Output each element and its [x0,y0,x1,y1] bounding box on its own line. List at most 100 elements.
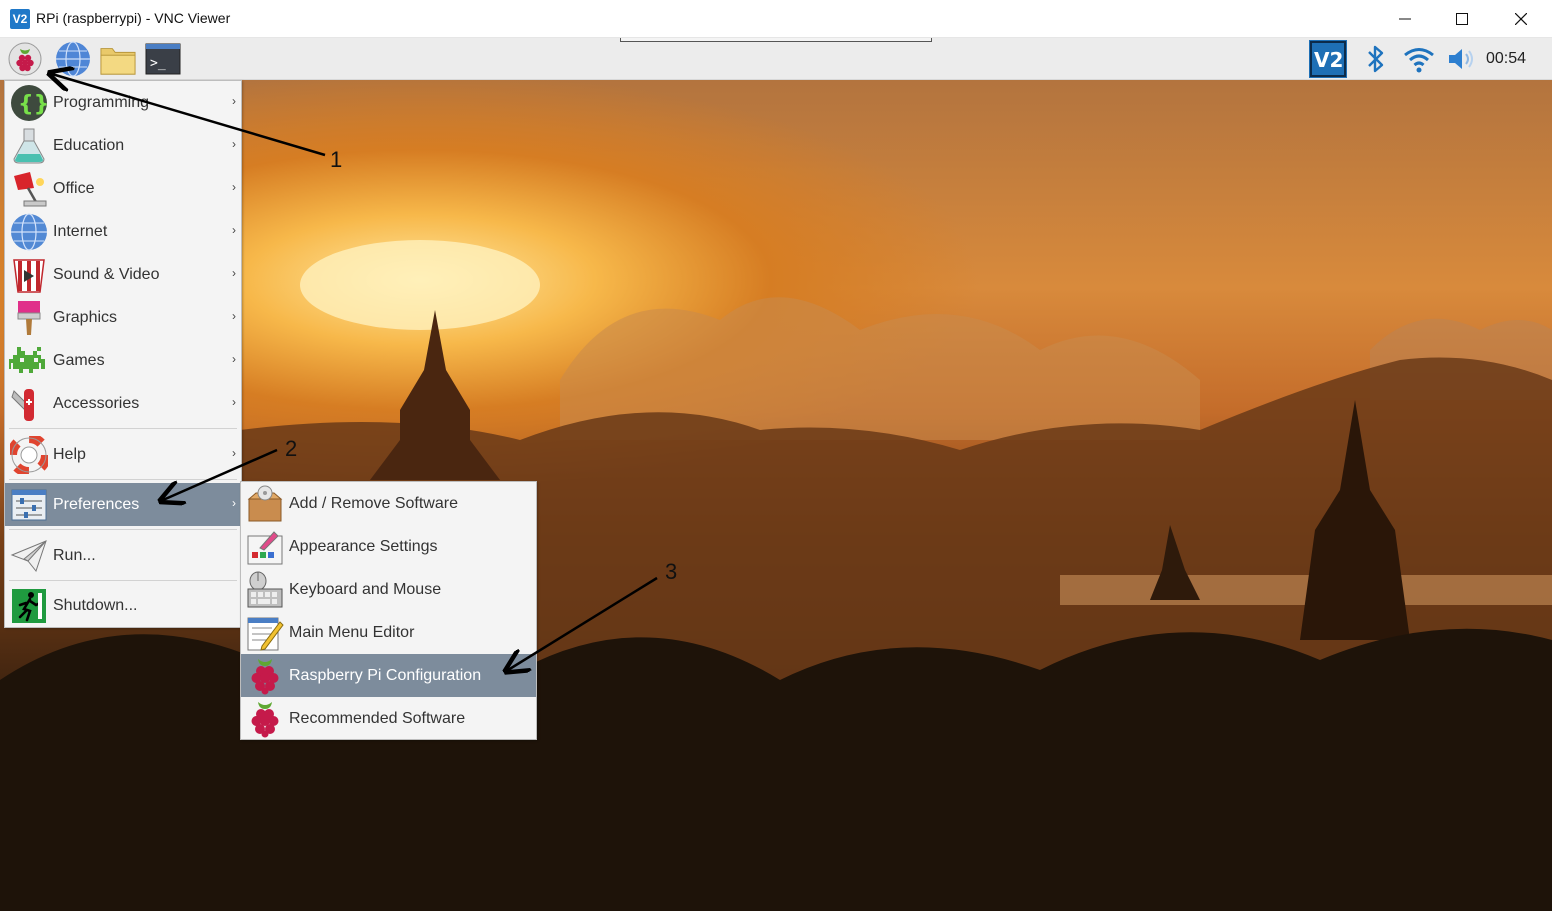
svg-text:{}: {} [18,92,48,117]
menu-item-label: Programming [53,93,150,111]
menu-item-label: Keyboard and Mouse [289,580,442,598]
preferences-submenu: Add / Remove Software Appearance Setting… [240,481,537,740]
menu-item-label: Preferences [53,495,140,513]
menu-item-label: Add / Remove Software [289,494,458,512]
vnc-toolbar-handle[interactable] [620,38,932,42]
submenu-arrow-icon: › [232,352,236,366]
terminal-launcher-button[interactable]: >_ [145,41,181,77]
menu-item-education[interactable]: Education › [5,124,241,167]
menu-item-label: Raspberry Pi Configuration [289,666,482,684]
menu-item-programming[interactable]: {} Programming › [5,81,241,124]
submenu-arrow-icon: › [232,496,236,510]
menu-item-label: Internet [53,222,108,240]
preferences-icon [11,489,47,520]
submenu-arrow-icon: › [232,395,236,409]
appearance-settings-icon [247,530,283,564]
internet-icon [11,212,47,251]
menu-item-label: Run... [53,546,96,564]
main-menu: {} Programming › Education › Office › Inter… [4,80,242,628]
maximize-button[interactable] [1433,0,1491,38]
svg-text:>_: >_ [150,56,166,71]
menu-item-preferences[interactable]: Preferences › [5,483,241,526]
menu-item-label: Accessories [53,394,140,412]
main-menu-editor-icon [247,617,284,651]
menu-separator [9,580,237,581]
menu-item-label: Recommended Software [289,709,466,727]
menu-separator [9,428,237,429]
submenu-arrow-icon: › [232,94,236,108]
minimize-icon [1399,18,1411,20]
submenu-arrow-icon: › [232,137,236,151]
graphics-icon [17,300,41,335]
file-manager-launcher-button[interactable] [100,41,136,77]
submenu-arrow-icon: › [232,266,236,280]
menu-item-graphics[interactable]: Graphics › [5,296,241,339]
volume-tray-button[interactable] [1444,41,1480,77]
shutdown-icon [12,588,46,623]
programming-icon: {} [11,84,48,121]
vnc-server-icon: V2 [1309,40,1347,78]
education-icon [13,128,45,163]
accessories-icon [11,388,34,421]
vnc-server-tray-button[interactable]: V2 [1309,40,1347,78]
help-icon [10,435,48,474]
submenu-arrow-icon: › [232,309,236,323]
minimize-button[interactable] [1376,0,1434,38]
bluetooth-tray-button[interactable] [1358,41,1394,77]
volume-icon [1449,49,1473,69]
terminal-icon: >_ [145,43,181,75]
annotation-label-2: 2 [285,436,298,461]
keyboard-mouse-icon [247,571,283,607]
menu-item-label: Help [53,445,86,463]
menu-separator [9,479,237,480]
wifi-tray-button[interactable] [1401,41,1437,77]
games-icon [9,346,45,373]
close-icon [1515,13,1527,25]
menu-item-office[interactable]: Office › [5,167,241,210]
file-manager-icon [100,48,136,75]
annotation-label-3: 3 [665,559,678,584]
menu-item-label: Appearance Settings [289,537,438,555]
submenu-arrow-icon: › [232,446,236,460]
menu-item-label: Games [53,351,105,369]
menu-item-appearance-settings[interactable]: Appearance Settings [241,525,536,568]
submenu-arrow-icon: › [232,180,236,194]
submenu-arrow-icon: › [232,223,236,237]
run-icon [10,539,47,572]
menu-item-label: Shutdown... [53,596,138,614]
svg-text:V2: V2 [1314,48,1343,72]
menu-item-help[interactable]: Help › [5,433,241,476]
top-panel: >_ V2 00:54 [0,38,1552,80]
window-titlebar: V2 RPi (raspberrypi) - VNC Viewer [0,0,1552,38]
recommended-software-icon [251,701,279,737]
menu-item-sound-video[interactable]: Sound & Video › [5,253,241,296]
menu-item-games[interactable]: Games › [5,339,241,382]
panel-clock[interactable]: 00:54 [1486,50,1526,68]
sound-video-icon [13,258,45,293]
menu-item-accessories[interactable]: Accessories › [5,382,241,425]
raspberry-menu-icon [8,42,42,76]
menu-item-raspberry-pi-configuration[interactable]: Raspberry Pi Configuration [241,654,536,697]
menu-item-label: Office [53,179,95,197]
maximize-icon [1456,13,1468,25]
menu-item-keyboard-mouse[interactable]: Keyboard and Mouse [241,568,536,611]
menu-item-internet[interactable]: Internet › [5,210,241,253]
menu-item-recommended-software[interactable]: Recommended Software [241,697,536,740]
menu-item-main-menu-editor[interactable]: Main Menu Editor [241,611,536,654]
menu-item-run[interactable]: Run... [5,534,241,577]
menu-item-shutdown[interactable]: Shutdown... [5,584,241,627]
bluetooth-icon [1368,45,1384,73]
menu-separator [9,529,237,530]
annotation-label-1: 1 [330,147,343,172]
menu-item-label: Sound & Video [53,265,160,283]
browser-launcher-button[interactable] [55,41,91,77]
window-title: RPi (raspberrypi) - VNC Viewer [36,10,231,26]
menu-item-add-remove-software[interactable]: Add / Remove Software [241,482,536,525]
vnc-viewer-app-icon: V2 [10,9,30,29]
menu-launcher-button[interactable] [7,41,43,77]
menu-item-label: Graphics [53,308,118,326]
close-button[interactable] [1492,0,1550,38]
raspberry-pi-config-icon [251,658,279,694]
add-remove-software-icon [247,485,283,521]
web-browser-icon [56,41,90,77]
